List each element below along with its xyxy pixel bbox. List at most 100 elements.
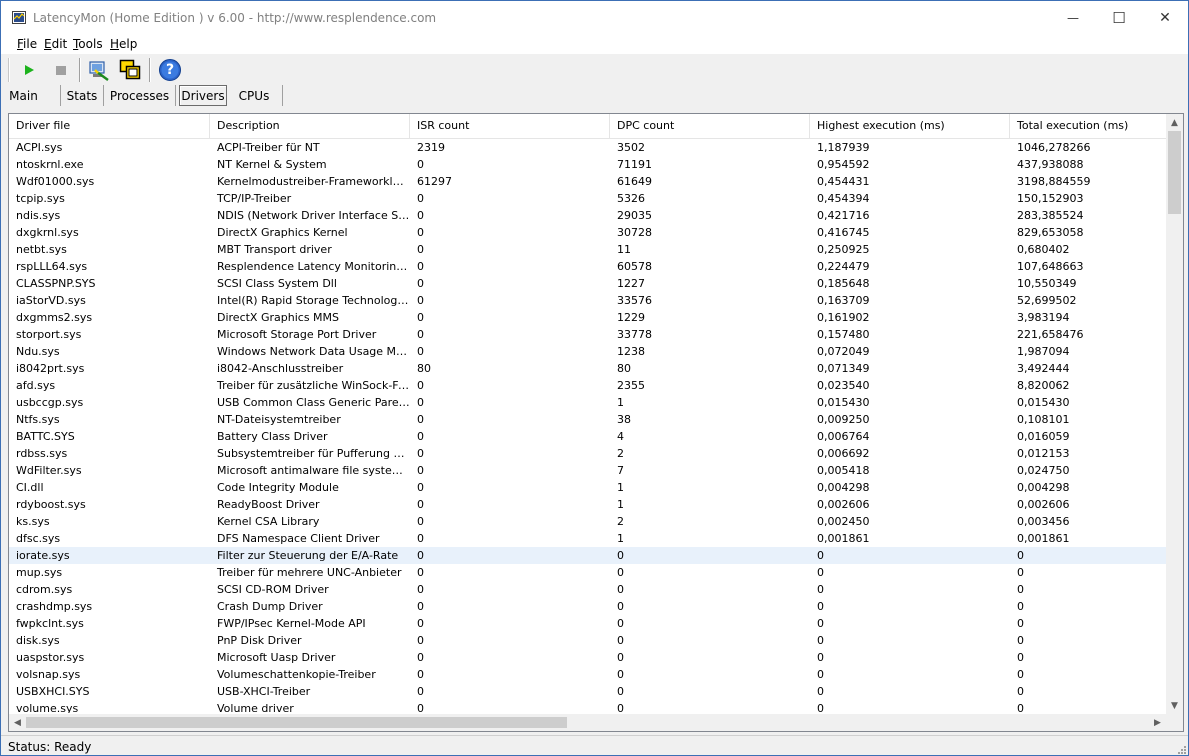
cell-highest-execution: 0 [817, 668, 824, 681]
column-header-driver-file[interactable]: Driver file [9, 114, 210, 138]
table-row[interactable]: rdbss.sys Subsystemtreiber für Pufferung … [9, 445, 1166, 462]
cell-total-execution: 0 [1017, 566, 1024, 579]
analyze-button[interactable] [86, 57, 112, 83]
table-row[interactable]: ks.sys Kernel CSA Library 0 2 0,002450 0,0034… [9, 513, 1166, 530]
table-row[interactable]: Wdf01000.sys Kernelmodustreiber-Framework… [9, 173, 1166, 190]
column-header-description[interactable]: Description [210, 114, 410, 138]
table-row[interactable]: storport.sys Microsoft Storage Port Drive… [9, 326, 1166, 343]
table-row[interactable]: ACPI.sys ACPI-Treiber für NT 2319 3502 1,187… [9, 139, 1166, 156]
window-view-button[interactable] [117, 57, 143, 83]
scroll-down-icon[interactable]: ▼ [1166, 697, 1183, 714]
close-button[interactable]: ✕ [1142, 1, 1188, 34]
table-row[interactable]: cdrom.sys SCSI CD-ROM Driver 0 0 0 0 [9, 581, 1166, 598]
cell-total-execution: 3,983194 [1017, 311, 1070, 324]
cell-dpc-count: 29035 [617, 209, 652, 222]
table-row[interactable]: uaspstor.sys Microsoft Uasp Driver 0 0 0 0 [9, 649, 1166, 666]
cell-dpc-count: 11 [617, 243, 631, 256]
resize-grip-icon[interactable] [1176, 744, 1186, 754]
cell-isr-count: 0 [417, 226, 424, 239]
cell-total-execution: 0 [1017, 549, 1024, 562]
title-bar[interactable]: LatencyMon (Home Edition ) v 6.00 - http… [1, 1, 1188, 34]
column-header-isr-count[interactable]: ISR count [410, 114, 610, 138]
cell-total-execution: 0,002606 [1017, 498, 1070, 511]
table-row[interactable]: afd.sys Treiber für zusätzliche WinSock-F… [9, 377, 1166, 394]
table-row[interactable]: disk.sys PnP Disk Driver 0 0 0 0 [9, 632, 1166, 649]
minimize-button[interactable]: — [1050, 1, 1096, 34]
table-row[interactable]: BATTC.SYS Battery Class Driver 0 4 0,006764 0… [9, 428, 1166, 445]
vertical-scroll-thumb[interactable] [1168, 131, 1181, 214]
toolbar: ? [1, 54, 1188, 85]
table-row[interactable]: dxgmms2.sys DirectX Graphics MMS 0 1229 0,16… [9, 309, 1166, 326]
table-row[interactable]: fwpkclnt.sys FWP/IPsec Kernel-Mode API 0 0 0… [9, 615, 1166, 632]
horizontal-scrollbar[interactable]: ◀ ▶ [9, 714, 1166, 731]
cell-description: NT Kernel & System [217, 158, 327, 171]
table-row[interactable]: iorate.sys Filter zur Steuerung der E/A-R… [9, 547, 1166, 564]
toolbar-separator [149, 58, 151, 82]
drivers-list[interactable]: Driver file Description ISR count DPC co… [8, 113, 1184, 732]
cell-driver-file: iaStorVD.sys [16, 294, 86, 307]
scroll-right-icon[interactable]: ▶ [1149, 714, 1166, 731]
cell-total-execution: 221,658476 [1017, 328, 1084, 341]
cell-isr-count: 0 [417, 209, 424, 222]
cell-dpc-count: 7 [617, 464, 624, 477]
table-row[interactable]: rdyboost.sys ReadyBoost Driver 0 1 0,002606 0… [9, 496, 1166, 513]
column-header-dpc-count[interactable]: DPC count [610, 114, 810, 138]
cell-highest-execution: 0,015430 [817, 396, 870, 409]
table-row[interactable]: dfsc.sys DFS Namespace Client Driver 0 1 0,0… [9, 530, 1166, 547]
table-row[interactable]: volume.sys Volume driver 0 0 0 0 [9, 700, 1166, 713]
table-row[interactable]: CLASSPNP.SYS SCSI Class System Dll 0 1227 0,… [9, 275, 1166, 292]
cell-highest-execution: 0 [817, 600, 824, 613]
cell-total-execution: 0 [1017, 583, 1024, 596]
table-row[interactable]: netbt.sys MBT Transport driver 0 11 0,250925… [9, 241, 1166, 258]
vertical-scrollbar[interactable]: ▲ ▼ [1166, 114, 1183, 714]
tab-drivers[interactable]: Drivers [179, 85, 227, 106]
table-row[interactable]: Ntfs.sys NT-Dateisystemtreiber 0 38 0,009250… [9, 411, 1166, 428]
table-row[interactable]: rspLLL64.sys Resplendence Latency Monitor… [9, 258, 1166, 275]
column-header-total-execution[interactable]: Total execution (ms) [1010, 114, 1166, 138]
cell-description: Microsoft Uasp Driver [217, 651, 336, 664]
cell-isr-count: 0 [417, 702, 424, 713]
table-row[interactable]: ntoskrnl.exe NT Kernel & System 0 71191 0,95… [9, 156, 1166, 173]
table-row[interactable]: CI.dll Code Integrity Module 0 1 0,004298 0,0… [9, 479, 1166, 496]
menu-edit[interactable]: Edit [44, 37, 67, 51]
menu-tools[interactable]: Tools [73, 37, 103, 51]
start-monitor-button[interactable] [16, 57, 42, 83]
maximize-icon: ☐ [1112, 8, 1126, 27]
table-row[interactable]: usbccgp.sys USB Common Class Generic Pare… [9, 394, 1166, 411]
table-row[interactable]: Ndu.sys Windows Network Data Usage Monit.… [9, 343, 1166, 360]
minimize-icon: — [1067, 10, 1079, 25]
cell-isr-count: 2319 [417, 141, 445, 154]
scroll-up-icon[interactable]: ▲ [1166, 114, 1183, 131]
menu-help[interactable]: Help [110, 37, 137, 51]
table-row[interactable]: volsnap.sys Volumeschattenkopie-Treiber 0 0… [9, 666, 1166, 683]
tab-cpus[interactable]: CPUs [230, 85, 283, 106]
cell-description: Filter zur Steuerung der E/A-Rate [217, 549, 399, 562]
column-header-highest-execution[interactable]: Highest execution (ms) [810, 114, 1010, 138]
table-row[interactable]: mup.sys Treiber für mehrere UNC-Anbieter 0… [9, 564, 1166, 581]
cell-driver-file: ndis.sys [16, 209, 61, 222]
cell-driver-file: netbt.sys [16, 243, 67, 256]
table-row[interactable]: crashdmp.sys Crash Dump Driver 0 0 0 0 [9, 598, 1166, 615]
table-row[interactable]: USBXHCI.SYS USB-XHCI-Treiber 0 0 0 0 [9, 683, 1166, 700]
cell-description: Resplendence Latency Monitoring a... [217, 260, 410, 273]
cell-driver-file: BATTC.SYS [16, 430, 75, 443]
table-row[interactable]: ndis.sys NDIS (Network Driver Interface S… [9, 207, 1166, 224]
tab-main[interactable]: Main [5, 85, 61, 106]
cell-isr-count: 0 [417, 651, 424, 664]
stop-monitor-button[interactable] [48, 57, 74, 83]
table-row[interactable]: tcpip.sys TCP/IP-Treiber 0 5326 0,454394 150,… [9, 190, 1166, 207]
tab-processes[interactable]: Processes [104, 85, 176, 106]
table-row[interactable]: i8042prt.sys i8042-Anschlusstreiber 80 80 0,… [9, 360, 1166, 377]
menu-file[interactable]: File [17, 37, 37, 51]
table-row[interactable]: WdFilter.sys Microsoft antimalware file s… [9, 462, 1166, 479]
cell-isr-count: 0 [417, 328, 424, 341]
table-row[interactable]: iaStorVD.sys Intel(R) Rapid Storage Techn… [9, 292, 1166, 309]
horizontal-scroll-thumb[interactable] [26, 717, 567, 728]
help-button[interactable]: ? [157, 57, 183, 83]
cell-highest-execution: 0 [817, 651, 824, 664]
cell-driver-file: iorate.sys [16, 549, 70, 562]
table-row[interactable]: dxgkrnl.sys DirectX Graphics Kernel 0 30728… [9, 224, 1166, 241]
scroll-left-icon[interactable]: ◀ [9, 714, 26, 731]
tab-stats[interactable]: Stats [61, 85, 104, 106]
maximize-button[interactable]: ☐ [1096, 1, 1142, 34]
